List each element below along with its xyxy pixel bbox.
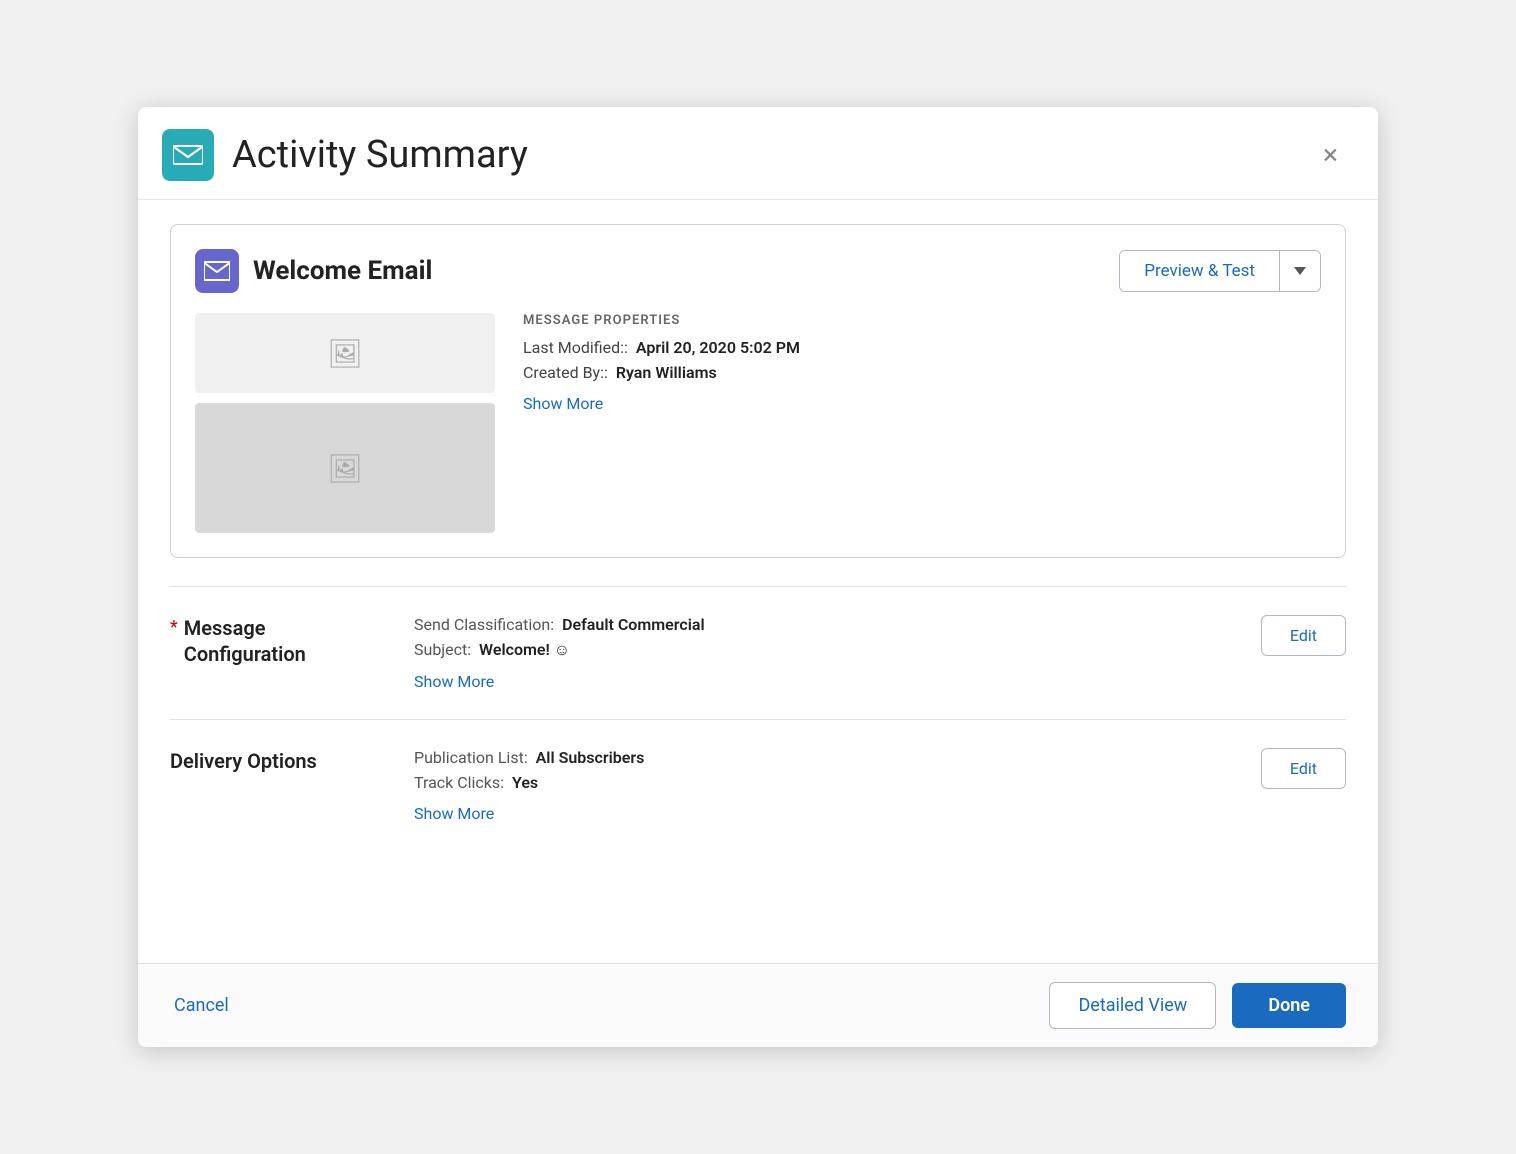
subject-label: Subject: bbox=[414, 640, 471, 659]
track-clicks-row: Track Clicks: Yes bbox=[414, 773, 1237, 792]
show-more-properties-button[interactable]: Show More bbox=[523, 394, 603, 413]
message-configuration-edit-button[interactable]: Edit bbox=[1261, 615, 1346, 656]
header-envelope-icon bbox=[162, 129, 214, 181]
message-properties: MESSAGE PROPERTIES Last Modified:: April… bbox=[523, 313, 1321, 533]
subject-row: Subject: Welcome! ☺ bbox=[414, 640, 1237, 660]
message-configuration-content: Send Classification: Default Commercial … bbox=[414, 615, 1237, 691]
header-left: Activity Summary bbox=[162, 129, 528, 181]
email-title-left: Welcome Email bbox=[195, 249, 432, 293]
email-card-content: 🖼 🖼 MESSAGE PROPERTIES Last Modified:: A… bbox=[195, 313, 1321, 533]
send-classification-row: Send Classification: Default Commercial bbox=[414, 615, 1237, 634]
image-placeholder-icon: 🖼 bbox=[327, 337, 363, 370]
chevron-down-icon bbox=[1294, 267, 1306, 275]
delivery-options-content: Publication List: All Subscribers Track … bbox=[414, 748, 1237, 823]
section-name-message-config: MessageConfiguration bbox=[184, 615, 306, 667]
send-classification-value: Default Commercial bbox=[562, 615, 705, 634]
last-modified-value: April 20, 2020 5:02 PM bbox=[636, 338, 800, 357]
created-by-label: Created By:: bbox=[523, 363, 608, 382]
preview-test-button-group: Preview & Test bbox=[1119, 250, 1321, 292]
section-name-delivery: Delivery Options bbox=[170, 748, 317, 774]
thumbnail-bottom: 🖼 bbox=[195, 403, 495, 533]
email-card-header: Welcome Email Preview & Test bbox=[195, 249, 1321, 293]
publication-list-value: All Subscribers bbox=[536, 748, 645, 767]
thumbnail-top: 🖼 bbox=[195, 313, 495, 393]
show-more-message-config-button[interactable]: Show More bbox=[414, 672, 494, 691]
created-by-row: Created By:: Ryan Williams bbox=[523, 363, 1321, 382]
last-modified-row: Last Modified:: April 20, 2020 5:02 PM bbox=[523, 338, 1321, 357]
delivery-options-label: Delivery Options bbox=[170, 748, 390, 774]
modal-header: Activity Summary × bbox=[138, 107, 1378, 200]
cancel-button[interactable]: Cancel bbox=[170, 987, 233, 1024]
subject-value: Welcome! ☺ bbox=[479, 640, 570, 659]
created-by-value: Ryan Williams bbox=[616, 363, 717, 382]
track-clicks-value: Yes bbox=[512, 773, 538, 792]
modal-footer: Cancel Detailed View Done bbox=[138, 963, 1378, 1047]
footer-right: Detailed View Done bbox=[1049, 982, 1346, 1029]
detailed-view-button[interactable]: Detailed View bbox=[1049, 982, 1216, 1029]
modal-body: Welcome Email Preview & Test 🖼 🖼 bbox=[138, 200, 1378, 963]
publication-list-row: Publication List: All Subscribers bbox=[414, 748, 1237, 767]
email-card: Welcome Email Preview & Test 🖼 🖼 bbox=[170, 224, 1346, 558]
send-classification-label: Send Classification: bbox=[414, 615, 554, 634]
delivery-options-edit-button[interactable]: Edit bbox=[1261, 748, 1346, 789]
last-modified-label: Last Modified:: bbox=[523, 338, 628, 357]
close-button[interactable]: × bbox=[1315, 137, 1346, 173]
required-indicator: * bbox=[170, 617, 178, 638]
email-name: Welcome Email bbox=[253, 256, 432, 286]
activity-summary-modal: Activity Summary × Welcome Email bbox=[138, 107, 1378, 1047]
preview-test-button[interactable]: Preview & Test bbox=[1120, 251, 1279, 291]
page-title: Activity Summary bbox=[232, 133, 528, 177]
track-clicks-label: Track Clicks: bbox=[414, 773, 504, 792]
done-button[interactable]: Done bbox=[1232, 983, 1346, 1028]
publication-list-label: Publication List: bbox=[414, 748, 528, 767]
show-more-delivery-options-button[interactable]: Show More bbox=[414, 804, 494, 823]
message-configuration-label: * MessageConfiguration bbox=[170, 615, 390, 667]
email-purple-icon bbox=[195, 249, 239, 293]
preview-dropdown-button[interactable] bbox=[1279, 251, 1320, 291]
properties-section-title: MESSAGE PROPERTIES bbox=[523, 313, 1321, 328]
message-configuration-section: * MessageConfiguration Send Classificati… bbox=[170, 586, 1346, 719]
delivery-options-section: Delivery Options Publication List: All S… bbox=[170, 719, 1346, 851]
image-placeholder-icon-2: 🖼 bbox=[327, 452, 363, 485]
email-thumbnail: 🖼 🖼 bbox=[195, 313, 495, 533]
